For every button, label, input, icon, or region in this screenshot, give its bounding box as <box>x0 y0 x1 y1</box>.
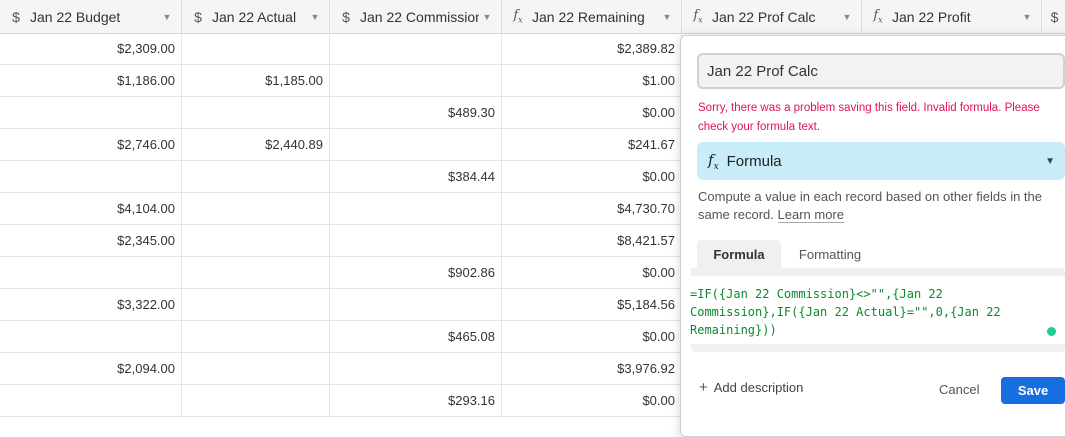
table-cell[interactable] <box>0 385 182 416</box>
table-cell[interactable] <box>0 97 182 128</box>
formula-icon: fx <box>693 8 703 25</box>
column-label: Jan 22 Remaining <box>532 8 645 25</box>
error-message: Sorry, there was a problem saving this f… <box>698 102 1040 133</box>
field-type-description: Compute a value in each record based on … <box>698 188 1065 224</box>
table-cell[interactable] <box>330 289 502 320</box>
table-cell[interactable] <box>182 97 330 128</box>
column-header-jan22-actual[interactable]: $ Jan 22 Actual ▼ <box>182 0 330 33</box>
column-label: Jan 22 Profit <box>892 8 971 25</box>
column-label: Jan 22 Budget <box>30 8 121 25</box>
column-label: Jan 22 Commission <box>360 8 479 25</box>
table-cell[interactable]: $902.86 <box>330 257 502 288</box>
column-header-jan22-remaining[interactable]: fx Jan 22 Remaining ▼ <box>502 0 682 33</box>
table-cell[interactable]: $8,421.57 <box>502 225 682 256</box>
table-cell[interactable]: $293.16 <box>330 385 502 416</box>
chevron-down-icon[interactable]: ▼ <box>159 12 175 22</box>
save-button[interactable]: Save <box>1001 377 1065 404</box>
column-header-jan22-commission[interactable]: $ Jan 22 Commission ▼ <box>330 0 502 33</box>
cancel-button[interactable]: Cancel <box>939 382 979 397</box>
column-header-jan22-budget[interactable]: $ Jan 22 Budget ▼ <box>0 0 182 33</box>
table-cell[interactable]: $2,094.00 <box>0 353 182 384</box>
table-cell[interactable]: $489.30 <box>330 97 502 128</box>
table-cell[interactable]: $2,309.00 <box>0 33 182 64</box>
column-label: Jan 22 Actual <box>212 8 297 25</box>
chevron-down-icon[interactable]: ▼ <box>1019 12 1035 22</box>
table-cell[interactable] <box>182 353 330 384</box>
table-cell[interactable] <box>182 321 330 352</box>
chevron-down-icon: ▼ <box>1045 155 1055 167</box>
table-cell[interactable]: $0.00 <box>502 161 682 192</box>
table-cell[interactable]: $3,976.92 <box>502 353 682 384</box>
table-cell[interactable] <box>330 33 502 64</box>
table-cell[interactable]: $2,389.82 <box>502 33 682 64</box>
table-cell[interactable]: $2,440.89 <box>182 129 330 160</box>
field-type-label: Formula <box>726 152 782 170</box>
table-cell[interactable] <box>330 225 502 256</box>
table-cell[interactable] <box>0 161 182 192</box>
table-cell[interactable] <box>330 129 502 160</box>
column-header-jan22-prof-calc[interactable]: fx Jan 22 Prof Calc ▼ <box>682 0 862 33</box>
table-cell[interactable]: $3,322.00 <box>0 289 182 320</box>
table-cell[interactable]: $0.00 <box>502 257 682 288</box>
table-cell[interactable] <box>182 257 330 288</box>
table-cell[interactable]: $0.00 <box>502 97 682 128</box>
tab-formatting[interactable]: Formatting <box>785 240 875 268</box>
table-cell[interactable] <box>330 65 502 96</box>
dollar-icon: $ <box>342 8 350 25</box>
tab-formula[interactable]: Formula <box>697 240 781 268</box>
table-cell[interactable]: $5,184.56 <box>502 289 682 320</box>
table-cell[interactable] <box>0 257 182 288</box>
table-cell[interactable]: $0.00 <box>502 321 682 352</box>
field-config-panel: Sorry, there was a problem saving this f… <box>680 35 1065 437</box>
column-header-jan22-profit[interactable]: fx Jan 22 Profit ▼ <box>862 0 1042 33</box>
formula-text[interactable]: =IF({Jan 22 Commission}<>"",{Jan 22 Comm… <box>690 285 1040 339</box>
table-cell[interactable] <box>182 385 330 416</box>
table-cell[interactable]: $1,186.00 <box>0 65 182 96</box>
table-cell[interactable] <box>182 33 330 64</box>
formula-icon: fx <box>873 8 883 25</box>
plus-icon: + <box>699 379 708 396</box>
table-cell[interactable] <box>182 193 330 224</box>
dollar-icon: $ <box>12 8 20 25</box>
table-cell[interactable] <box>0 321 182 352</box>
table-cell[interactable]: $1.00 <box>502 65 682 96</box>
table-cell[interactable]: $1,185.00 <box>182 65 330 96</box>
field-name-input[interactable] <box>697 53 1065 89</box>
formula-icon: fx <box>513 8 523 25</box>
field-type-select[interactable]: fx Formula ▼ <box>697 142 1065 180</box>
formula-icon: fx <box>708 150 719 172</box>
table-cell[interactable]: $384.44 <box>330 161 502 192</box>
table-cell[interactable] <box>182 225 330 256</box>
table-cell[interactable] <box>182 289 330 320</box>
status-dot <box>1047 327 1056 336</box>
add-description-button[interactable]: + Add description <box>699 379 803 396</box>
add-description-label: Add description <box>713 380 804 395</box>
dollar-icon: $ <box>194 8 202 25</box>
table-cell[interactable]: $0.00 <box>502 385 682 416</box>
table-cell[interactable] <box>182 161 330 192</box>
chevron-down-icon[interactable]: ▼ <box>659 12 675 22</box>
chevron-down-icon[interactable]: ▼ <box>307 12 323 22</box>
table-cell[interactable] <box>330 353 502 384</box>
chevron-down-icon[interactable]: ▼ <box>479 12 495 22</box>
description-text: Compute a value in each record based on … <box>698 189 1042 222</box>
table-cell[interactable]: $241.67 <box>502 129 682 160</box>
table-cell[interactable]: $2,746.00 <box>0 129 182 160</box>
table-cell[interactable]: $4,104.00 <box>0 193 182 224</box>
table-cell[interactable] <box>330 193 502 224</box>
chevron-down-icon[interactable]: ▼ <box>839 12 855 22</box>
learn-more-link[interactable]: Learn more <box>777 207 844 223</box>
formula-tabs: Formula Formatting <box>697 240 1065 268</box>
table-cell[interactable]: $465.08 <box>330 321 502 352</box>
column-header-next[interactable]: $ <box>1042 0 1065 33</box>
dollar-icon: $ <box>1050 8 1059 25</box>
table-cell[interactable]: $4,730.70 <box>502 193 682 224</box>
grid-header: $ Jan 22 Budget ▼ $ Jan 22 Actual ▼ $ Ja… <box>0 0 1065 34</box>
column-label: Jan 22 Prof Calc <box>712 8 816 25</box>
table-cell[interactable]: $2,345.00 <box>0 225 182 256</box>
